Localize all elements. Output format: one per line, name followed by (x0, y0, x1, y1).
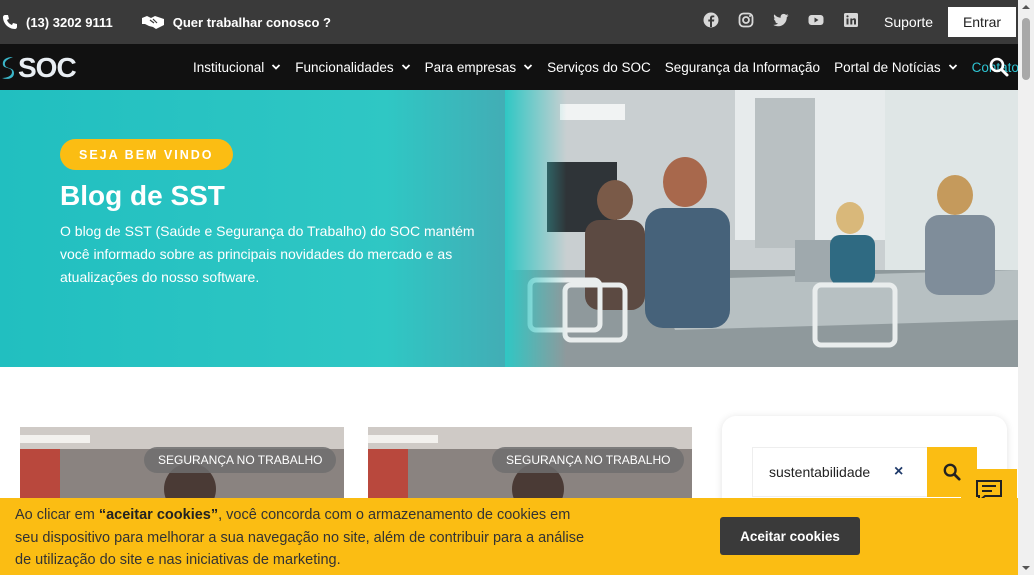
nav-item-label: Serviços do SOC (547, 59, 651, 75)
support-link[interactable]: Suporte (884, 14, 933, 30)
nav-item-servicos[interactable]: Serviços do SOC (547, 60, 651, 75)
chevron-down-icon (401, 64, 410, 70)
soc-logo-mark (2, 57, 14, 79)
handshake-icon (141, 16, 164, 29)
chevron-down-icon (524, 64, 533, 70)
cookie-text-before: Ao clicar em (15, 507, 99, 523)
soc-logo-text: SOC (18, 52, 77, 83)
chevron-down-icon (272, 64, 281, 70)
main-nav: SOC Institucional Funcionalidades Para e… (0, 44, 1034, 90)
nav-item-label: Funcionalidades (295, 59, 394, 75)
welcome-badge: SEJA BEM VINDO (60, 139, 233, 170)
nav-item-portal-noticias[interactable]: Portal de Notícias (834, 60, 958, 75)
category-tag[interactable]: SEGURANÇA NO TRABALHO (492, 447, 685, 473)
chevron-down-icon (948, 64, 957, 70)
nav-item-seguranca-informacao[interactable]: Segurança da Informação (665, 60, 820, 75)
top-bar: (13) 3202 9111 Quer trabalhar conosco ? … (0, 0, 1018, 44)
phone-number[interactable]: (13) 3202 9111 (26, 15, 113, 30)
nav-item-institucional[interactable]: Institucional (193, 60, 281, 75)
twitter-icon[interactable] (773, 12, 789, 28)
nav-item-funcionalidades[interactable]: Funcionalidades (295, 60, 410, 75)
linkedin-icon[interactable] (843, 12, 859, 28)
cookie-text-bold: “aceitar cookies” (98, 507, 219, 523)
soc-logo[interactable]: SOC (0, 52, 77, 84)
nav-item-label: Institucional (193, 59, 265, 75)
search-icon (943, 463, 961, 481)
cookie-message: Ao clicar em “aceitar cookies”, você con… (15, 504, 585, 572)
facebook-icon[interactable] (703, 12, 719, 28)
instagram-icon[interactable] (738, 12, 754, 28)
page-scrollbar[interactable] (1018, 0, 1034, 575)
blog-card[interactable]: SEGURANÇA NO TRABALHO (368, 427, 692, 507)
search-icon[interactable] (989, 57, 1009, 77)
scroll-up-icon[interactable] (1022, 3, 1030, 11)
nav-item-para-empresas[interactable]: Para empresas (425, 60, 534, 75)
work-with-us-link[interactable]: Quer trabalhar conosco ? (173, 15, 331, 30)
accept-cookies-button[interactable]: Aceitar cookies (720, 517, 860, 555)
blog-card[interactable]: SEGURANÇA NO TRABALHO (20, 427, 344, 507)
nav-item-label: Segurança da Informação (664, 59, 821, 75)
social-links (703, 12, 859, 28)
login-button[interactable]: Entrar (948, 7, 1016, 37)
nav-menu: Institucional Funcionalidades Para empre… (193, 44, 1034, 90)
clear-icon[interactable]: × (894, 463, 903, 481)
top-contact: (13) 3202 9111 Quer trabalhar conosco ? (0, 14, 331, 30)
office-meeting-image (505, 90, 1018, 367)
scrollbar-thumb[interactable] (1022, 18, 1030, 80)
category-tag[interactable]: SEGURANÇA NO TRABALHO (144, 447, 337, 473)
page-title: Blog de SST (60, 180, 225, 211)
nav-item-label: Portal de Notícias (834, 59, 941, 75)
hero-description: O blog de SST (Saúde e Segurança do Trab… (60, 223, 475, 285)
youtube-icon[interactable] (808, 12, 824, 28)
phone-icon (3, 15, 17, 29)
hero-banner: SEJA BEM VINDO Blog de SST O blog de SST… (0, 90, 1018, 367)
cookie-banner: Ao clicar em “aceitar cookies”, você con… (0, 498, 1018, 575)
nav-item-label: Para empresas (424, 59, 517, 75)
scroll-down-icon[interactable] (1022, 564, 1030, 572)
